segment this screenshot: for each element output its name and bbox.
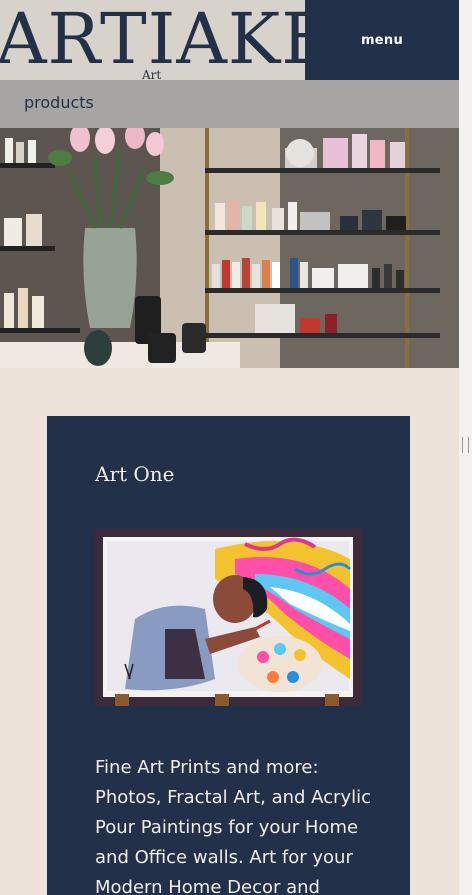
hero-image — [0, 128, 459, 368]
site-logo[interactable]: ARTIAKE — [0, 0, 333, 80]
logo-subtitle: Art — [142, 68, 162, 80]
product-card[interactable]: Art One Fine Art Prints and more: Photos… — [47, 416, 410, 895]
card-title[interactable]: Art One — [95, 462, 175, 486]
hero-illustration — [0, 128, 459, 368]
menu-button[interactable]: menu — [305, 0, 459, 80]
card-image[interactable] — [95, 529, 362, 706]
site-header: ARTIAKE Art menu — [0, 0, 459, 80]
scrollbar[interactable] — [459, 0, 472, 895]
scrollbar-grip-icon[interactable] — [462, 437, 469, 453]
nav-item-products[interactable]: products — [24, 93, 94, 112]
card-description: Fine Art Prints and more: Photos, Fracta… — [95, 757, 371, 895]
painter-illustration — [95, 529, 362, 706]
page: ARTIAKE Art menu products Art One Fine A… — [0, 0, 459, 895]
nav-bar: products — [0, 80, 459, 128]
